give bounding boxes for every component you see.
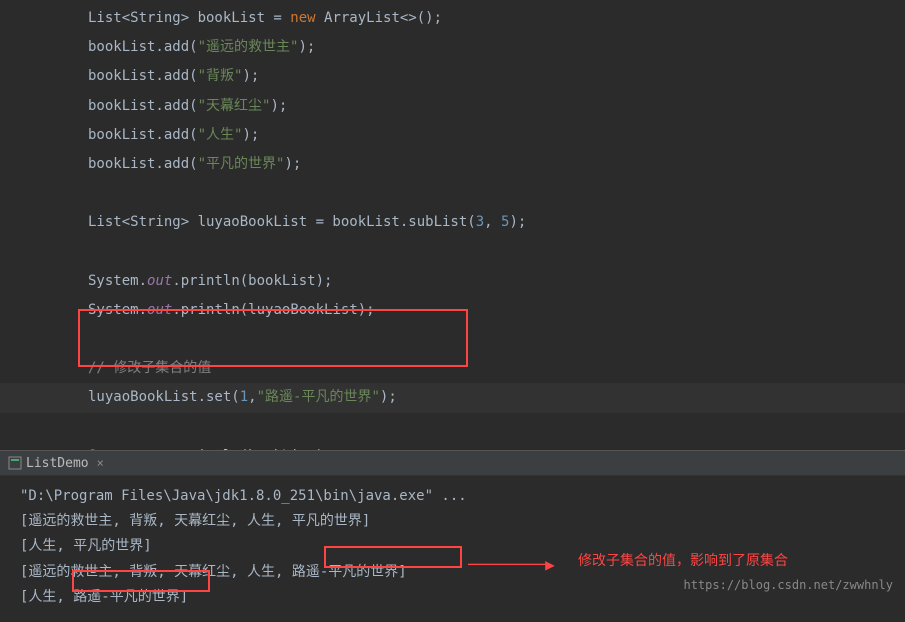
- code-line: bookList.add("平凡的世界");: [0, 150, 905, 179]
- highlight-box-output-2: [72, 570, 210, 592]
- code-line: bookList.add("遥远的救世主");: [0, 33, 905, 62]
- code-line-highlighted: luyaoBookList.set(1,"路遥-平凡的世界");: [0, 383, 905, 412]
- console-output-line: [遥远的救世主, 背叛, 天幕红尘, 人生, 平凡的世界]: [20, 509, 885, 534]
- tab-label[interactable]: ListDemo: [26, 456, 89, 471]
- code-editor[interactable]: List<String> bookList = new ArrayList<>(…: [0, 0, 905, 450]
- close-tab-icon[interactable]: ×: [97, 456, 104, 470]
- console-command: "D:\Program Files\Java\jdk1.8.0_251\bin\…: [20, 484, 885, 509]
- run-config-icon: [8, 456, 22, 470]
- code-line: System.out.println(bookList);: [0, 442, 905, 450]
- code-line: bookList.add("天幕红尘");: [0, 92, 905, 121]
- code-line: List<String> bookList = new ArrayList<>(…: [0, 4, 905, 33]
- highlight-box-output-1: [324, 546, 462, 568]
- code-line: List<String> luyaoBookList = bookList.su…: [0, 208, 905, 237]
- annotation-arrow: ────────▶: [468, 555, 555, 574]
- watermark: https://blog.csdn.net/zwwhnly: [683, 578, 893, 592]
- code-line: bookList.add("背叛");: [0, 62, 905, 91]
- code-line: [0, 413, 905, 442]
- code-line: bookList.add("人生");: [0, 121, 905, 150]
- code-line: [0, 238, 905, 267]
- code-line: [0, 179, 905, 208]
- code-line: System.out.println(bookList);: [0, 267, 905, 296]
- highlight-box-code: [78, 309, 468, 367]
- run-tab-bar: ListDemo ×: [0, 450, 905, 476]
- annotation-text: 修改子集合的值，影响到了原集合: [578, 550, 788, 570]
